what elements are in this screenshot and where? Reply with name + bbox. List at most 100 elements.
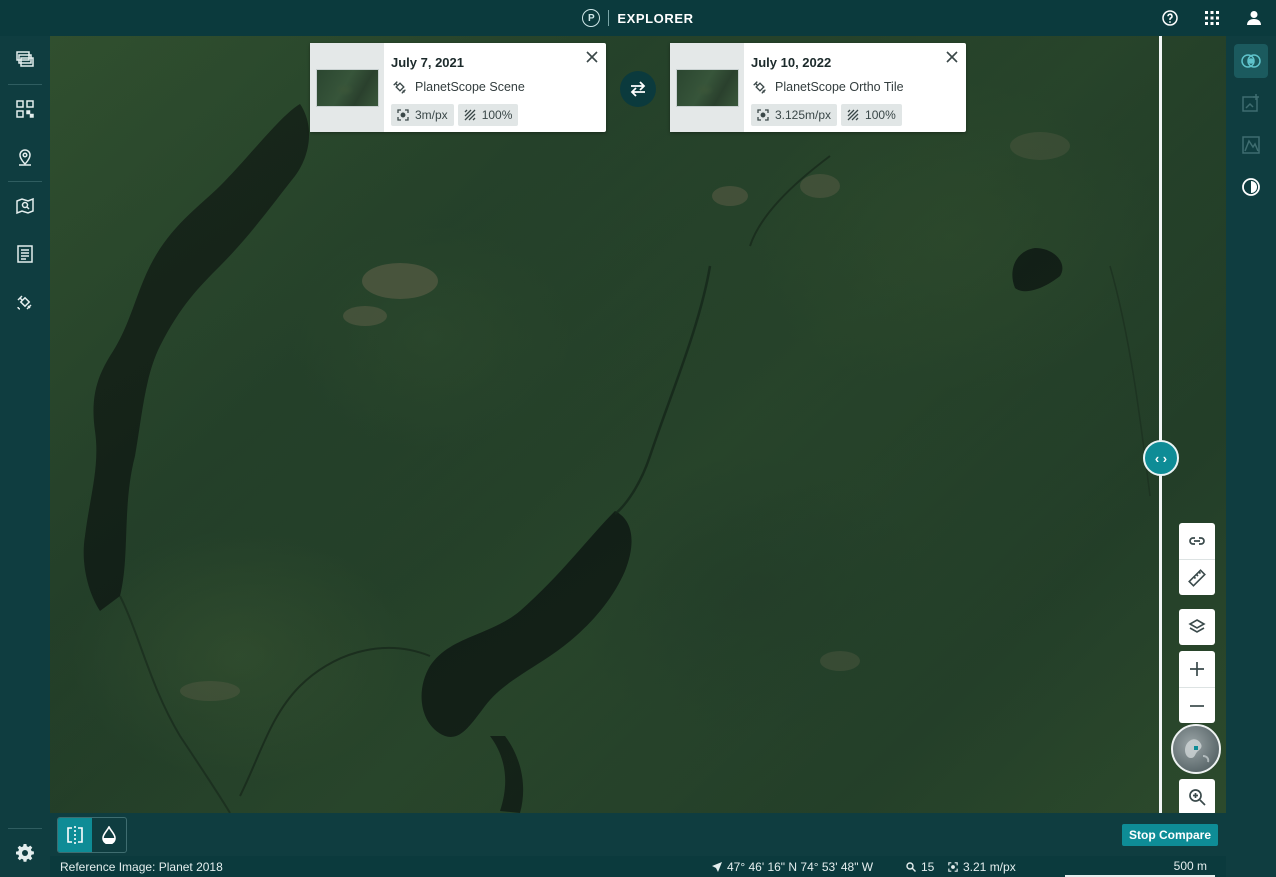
sidebar-item-layers[interactable] [0, 36, 50, 84]
satellite-icon [393, 81, 406, 94]
card-info: July 10, 2022 PlanetScope Ortho Tile 3.1… [744, 43, 966, 132]
compare-mode-toggle [57, 817, 127, 853]
location-arrow-icon [712, 861, 722, 872]
coverage-value: 100% [865, 108, 896, 122]
focus-icon [757, 109, 769, 121]
image-date: July 7, 2021 [391, 55, 464, 70]
user-icon[interactable] [1242, 6, 1266, 30]
zoom-to-area-button[interactable] [1179, 779, 1215, 813]
apps-grid-icon[interactable] [1200, 6, 1224, 30]
close-card-button[interactable] [944, 49, 960, 65]
brand[interactable]: P EXPLORER [582, 9, 693, 27]
split-view-mode[interactable] [58, 818, 92, 852]
close-icon [946, 51, 958, 63]
scale-value: 500 m [1173, 858, 1207, 873]
link-icon [1189, 537, 1205, 545]
swap-arrows-icon [630, 81, 646, 97]
gear-icon [16, 844, 34, 862]
focus-icon [948, 861, 958, 872]
satellite-icon [753, 81, 766, 94]
stop-compare-button[interactable]: Stop Compare [1121, 824, 1218, 846]
zoom-value: 15 [921, 859, 935, 874]
compare-rings-icon [1241, 54, 1261, 68]
split-icon [67, 826, 83, 844]
image-stats: 3.125m/px 100% [751, 104, 966, 126]
terrain-icon [1242, 136, 1260, 154]
focus-icon [397, 109, 409, 121]
top-bar: P EXPLORER [0, 0, 1276, 36]
timelapse-tool[interactable] [1234, 170, 1268, 204]
close-icon [586, 51, 598, 63]
right-image-card[interactable]: July 10, 2022 PlanetScope Ortho Tile 3.1… [670, 43, 966, 132]
resolution-chip: 3m/px [391, 104, 454, 126]
satellite-icon [17, 295, 32, 310]
grid-qr-icon [16, 100, 34, 118]
zoom-in-button[interactable] [1179, 651, 1215, 687]
sidebar-item-mosaics[interactable] [0, 85, 50, 133]
status-bar: Reference Image: Planet 2018 47° 46' 16"… [50, 856, 1226, 877]
image-thumbnail [315, 68, 379, 107]
zoom-out-button[interactable] [1179, 687, 1215, 723]
image-plus-icon [1242, 94, 1259, 112]
product-name: PlanetScope Scene [415, 80, 525, 94]
resolution-value: 3m/px [415, 108, 448, 122]
resolution-value: 3.21 m/px [963, 859, 1016, 874]
compare-slider-handle[interactable]: ‹ › [1143, 440, 1179, 476]
product-row: PlanetScope Scene [391, 78, 606, 96]
sidebar-item-saved-searches[interactable] [0, 182, 50, 230]
minus-icon [1190, 704, 1204, 707]
sidebar-item-orders[interactable] [0, 230, 50, 278]
compare-divider-line[interactable] [1159, 36, 1162, 813]
left-sidebar [0, 36, 50, 877]
zoom-in-icon [1189, 789, 1206, 806]
globe-minimap[interactable] [1171, 724, 1221, 774]
help-icon[interactable] [1158, 6, 1182, 30]
map-pin-icon [19, 149, 31, 166]
close-card-button[interactable] [584, 49, 600, 65]
coverage-chip: 100% [457, 104, 519, 126]
scale-bar: 500 m [1065, 856, 1215, 877]
map-resolution: 3.21 m/px [948, 860, 1016, 874]
map-search-icon [16, 197, 34, 215]
resolution-chip: 3.125m/px [751, 104, 838, 126]
change-detection-tool[interactable] [1234, 86, 1268, 120]
hatch-icon [464, 109, 476, 121]
layers-icon [1188, 619, 1206, 633]
search-icon [906, 861, 916, 872]
compare-toolbar: Stop Compare [50, 813, 1226, 856]
droplet-icon [102, 826, 116, 844]
map-imagery [50, 36, 1226, 813]
right-sidebar [1226, 36, 1276, 877]
cursor-coordinates: 47° 46' 16" N 74° 53' 48" W [712, 860, 873, 874]
compare-tool[interactable] [1234, 44, 1268, 78]
thumbnail-frame [310, 43, 384, 132]
brand-divider [608, 10, 610, 26]
app-title: EXPLORER [617, 10, 694, 26]
top-actions [1158, 0, 1266, 36]
coverage-chip: 100% [841, 104, 902, 126]
reference-image-label: Reference Image: Planet 2018 [60, 859, 223, 874]
layers-button[interactable] [1179, 609, 1215, 645]
swipe-opacity-mode[interactable] [92, 818, 126, 852]
image-stats: 3m/px 100% [391, 104, 606, 126]
coverage-value: 100% [481, 108, 513, 122]
product-row: PlanetScope Ortho Tile [751, 78, 966, 96]
elevation-tool[interactable] [1234, 128, 1268, 162]
image-thumbnail [675, 68, 739, 107]
measure-button[interactable] [1179, 559, 1215, 595]
chevron-left-right-icon: ‹ › [1154, 450, 1168, 466]
planet-logo-icon: P [582, 9, 601, 27]
swap-images-button[interactable] [620, 71, 656, 107]
sidebar-item-tasking[interactable] [0, 278, 50, 326]
ruler-icon [1188, 568, 1206, 587]
zoom-level: 15 [906, 860, 934, 874]
settings-button[interactable] [0, 837, 50, 869]
satellite-map[interactable]: ‹ › July 7, 2021 PlanetScope Scene 3m/px… [50, 36, 1226, 813]
clock-half-icon [1242, 178, 1260, 196]
stack-icon [16, 51, 34, 67]
left-image-card[interactable]: July 7, 2021 PlanetScope Scene 3m/px 100… [310, 43, 606, 132]
sidebar-divider [8, 828, 42, 829]
plus-icon [1190, 662, 1204, 676]
sidebar-item-places[interactable] [0, 133, 50, 181]
copy-link-button[interactable] [1179, 523, 1215, 559]
